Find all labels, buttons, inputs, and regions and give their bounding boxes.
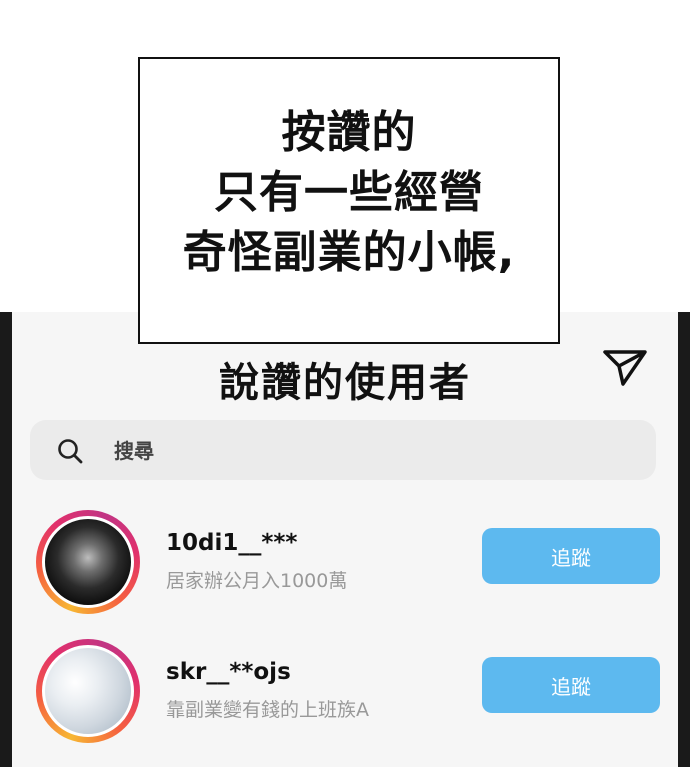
user-bio: 靠副業變有錢的上班族A	[166, 699, 369, 721]
user-bio: 居家辦公月入1000萬	[166, 570, 348, 592]
follow-button[interactable]: 追蹤	[482, 657, 660, 713]
search-input[interactable]	[112, 420, 616, 482]
phone-frame: 說讚的使用者 10di1__*** 居家辦公月入1000萬 追蹤 skr__**…	[0, 312, 690, 767]
list-item: skr__**ojs 靠副業變有錢的上班族A 追蹤	[12, 639, 678, 747]
username[interactable]: 10di1__***	[166, 530, 297, 556]
list-item: 10di1__*** 居家辦公月入1000萬 追蹤	[12, 510, 678, 618]
caption-line: 只有一些經營	[214, 167, 484, 218]
search-bar[interactable]	[30, 420, 656, 482]
caption-line: 按讚的	[281, 107, 417, 158]
avatar[interactable]	[42, 645, 134, 737]
story-ring[interactable]	[36, 639, 140, 743]
search-icon	[58, 439, 83, 464]
send-icon[interactable]	[602, 348, 648, 388]
likes-screen: 說讚的使用者 10di1__*** 居家辦公月入1000萬 追蹤 skr__**…	[12, 312, 678, 767]
caption-box: 按讚的 只有一些經營 奇怪副業的小帳,	[138, 57, 560, 344]
follow-button[interactable]: 追蹤	[482, 528, 660, 584]
caption-line: 奇怪副業的小帳,	[182, 227, 516, 278]
story-ring[interactable]	[36, 510, 140, 614]
username[interactable]: skr__**ojs	[166, 659, 291, 685]
page-title: 說讚的使用者	[219, 360, 471, 406]
avatar[interactable]	[42, 516, 134, 608]
